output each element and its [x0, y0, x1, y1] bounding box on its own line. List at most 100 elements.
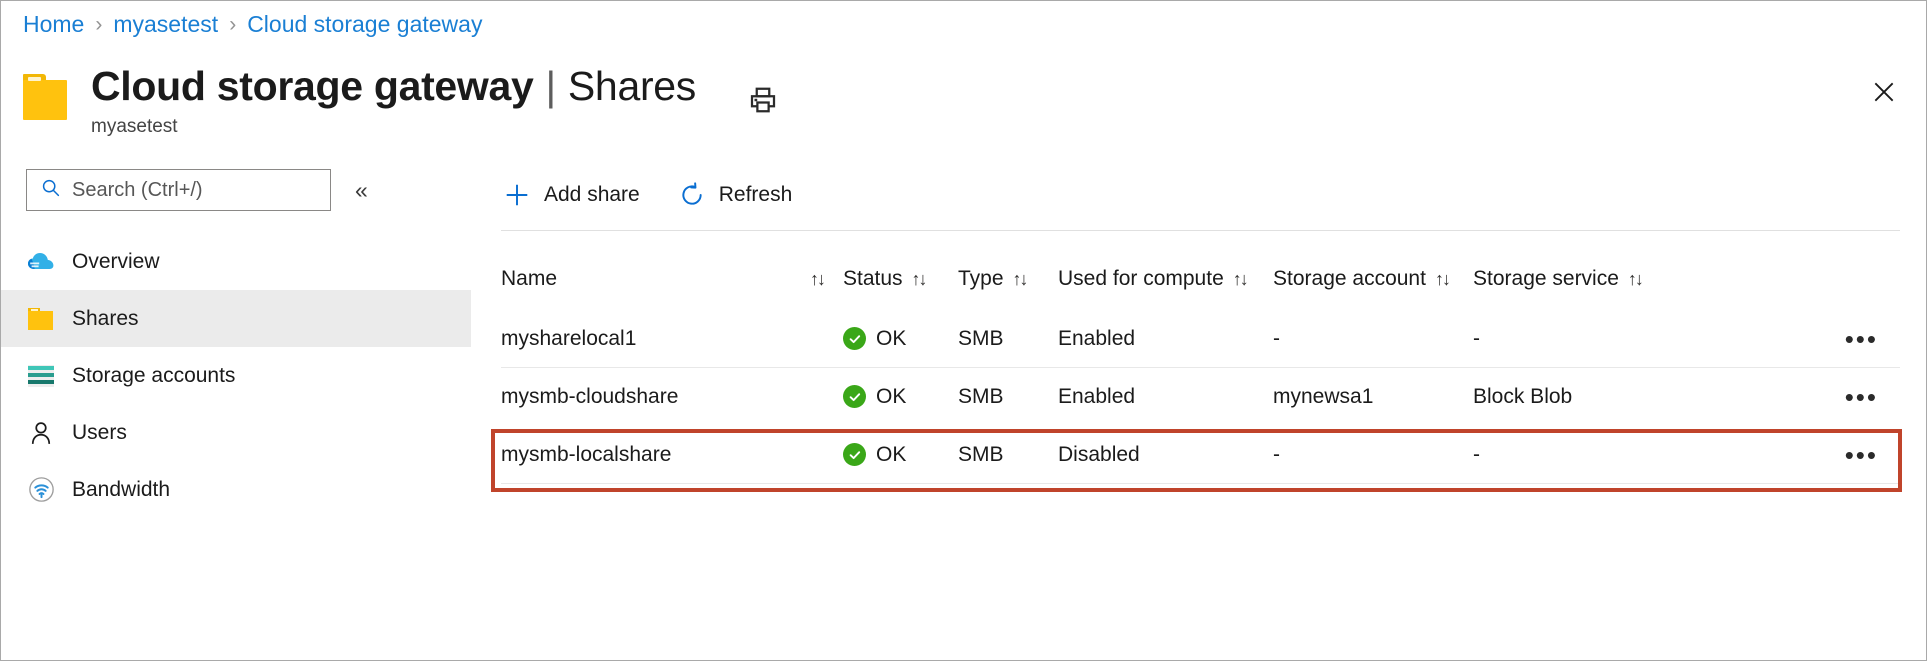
breadcrumb-separator-icon: › — [229, 14, 236, 35]
sort-icon: ↑↓ — [810, 269, 824, 290]
command-bar: Add share Refresh — [501, 169, 1900, 221]
plus-icon — [503, 181, 531, 209]
main-content: Add share Refresh Name ↑↓ — [501, 169, 1900, 484]
sidebar-item-label: Users — [72, 421, 127, 445]
column-header-label: Used for compute — [1058, 267, 1224, 291]
breadcrumb-item-cloud-storage-gateway[interactable]: Cloud storage gateway — [247, 13, 482, 36]
status-label: OK — [876, 385, 906, 409]
cell-used-for-compute: Disabled — [1058, 443, 1273, 467]
refresh-icon — [678, 181, 706, 209]
print-icon[interactable] — [748, 85, 778, 120]
row-more-button[interactable]: ••• — [1841, 386, 1882, 408]
sort-icon: ↑↓ — [1628, 269, 1642, 290]
cell-storage-account: - — [1273, 443, 1473, 467]
column-header-storage-account[interactable]: Storage account ↑↓ — [1273, 267, 1473, 291]
column-header-used-for-compute[interactable]: Used for compute ↑↓ — [1058, 267, 1273, 291]
close-icon — [1871, 79, 1897, 105]
column-header-type[interactable]: Type ↑↓ — [958, 267, 1058, 291]
cell-storage-service: - — [1473, 327, 1678, 351]
cell-status: OK — [843, 443, 958, 467]
search-input[interactable] — [70, 178, 304, 203]
sidebar-item-label: Overview — [72, 250, 160, 274]
breadcrumb: Home › myasetest › Cloud storage gateway — [23, 13, 482, 36]
cell-used-for-compute: Enabled — [1058, 327, 1273, 351]
breadcrumb-separator-icon: › — [95, 14, 102, 35]
column-header-label: Storage service — [1473, 267, 1619, 291]
cell-type: SMB — [958, 327, 1058, 351]
cell-name: mysmb-localshare — [501, 443, 801, 467]
cell-storage-account: - — [1273, 327, 1473, 351]
sidebar-item-shares[interactable]: Shares — [1, 290, 471, 347]
search-icon — [40, 177, 61, 203]
row-more-button[interactable]: ••• — [1841, 444, 1882, 466]
status-label: OK — [876, 327, 906, 351]
azure-portal-screenshot: Home › myasetest › Cloud storage gateway… — [0, 0, 1927, 661]
sidebar-item-label: Bandwidth — [72, 478, 170, 502]
cell-name: mysmb-cloudshare — [501, 385, 801, 409]
shares-table: Name ↑↓ Status ↑↓ Type ↑↓ Used for compu… — [501, 248, 1900, 484]
column-header-name[interactable]: Name — [501, 267, 801, 291]
column-header-status[interactable]: Status ↑↓ — [843, 267, 958, 291]
cell-status: OK — [843, 327, 958, 351]
breadcrumb-item-myasetest[interactable]: myasetest — [113, 13, 218, 36]
search-box[interactable] — [26, 169, 331, 211]
page-title-separator: | — [546, 63, 556, 109]
cell-type: SMB — [958, 443, 1058, 467]
close-button[interactable] — [1867, 75, 1901, 109]
table-row[interactable]: mysmb-cloudshare OK SMB Enabled mynewsa1… — [501, 368, 1900, 425]
sidebar-item-bandwidth[interactable]: Bandwidth — [1, 461, 471, 518]
add-share-button[interactable]: Add share — [501, 177, 642, 213]
folder-icon — [26, 304, 56, 334]
page-title-section: Shares — [568, 63, 696, 109]
cloud-icon — [26, 247, 56, 277]
refresh-label: Refresh — [719, 183, 793, 207]
table-row[interactable]: mysharelocal1 OK SMB Enabled - - ••• — [501, 310, 1900, 367]
table-header-row: Name ↑↓ Status ↑↓ Type ↑↓ Used for compu… — [501, 248, 1900, 310]
sidebar-item-users[interactable]: Users — [1, 404, 471, 461]
row-more-button[interactable]: ••• — [1841, 328, 1882, 350]
sidebar: « Overview Shares — [1, 169, 471, 518]
row-divider — [501, 483, 1900, 484]
column-header-label: Storage account — [1273, 267, 1426, 291]
status-label: OK — [876, 443, 906, 467]
sort-toggle-name[interactable]: ↑↓ — [801, 269, 843, 290]
sidebar-item-overview[interactable]: Overview — [1, 233, 471, 290]
column-header-label: Status — [843, 267, 903, 291]
sort-icon: ↑↓ — [1013, 269, 1027, 290]
page-header: Cloud storage gateway | Shares myasetest — [23, 63, 778, 138]
status-ok-icon — [843, 385, 866, 408]
page-title: Cloud storage gateway | Shares — [91, 63, 696, 109]
cell-status: OK — [843, 385, 958, 409]
page-subtitle: myasetest — [91, 116, 696, 138]
sidebar-nav-list: Overview Shares Storage accounts — [1, 233, 471, 518]
sidebar-item-label: Storage accounts — [72, 364, 235, 388]
status-badge: OK — [843, 385, 906, 409]
add-share-label: Add share — [544, 183, 640, 207]
status-ok-icon — [843, 443, 866, 466]
storage-account-icon — [26, 361, 56, 391]
cell-actions: ••• — [1678, 328, 1900, 350]
refresh-button[interactable]: Refresh — [676, 177, 795, 213]
sort-icon: ↑↓ — [912, 269, 926, 290]
cell-storage-service: Block Blob — [1473, 385, 1678, 409]
status-badge: OK — [843, 443, 906, 467]
sort-icon: ↑↓ — [1233, 269, 1247, 290]
column-header-storage-service[interactable]: Storage service ↑↓ — [1473, 267, 1678, 291]
table-row[interactable]: mysmb-localshare OK SMB Disabled - - ••• — [501, 426, 1900, 483]
sidebar-search-row: « — [1, 169, 471, 211]
cell-storage-account: mynewsa1 — [1273, 385, 1473, 409]
toolbar-divider — [501, 230, 1900, 231]
sidebar-item-label: Shares — [72, 307, 139, 331]
cell-actions: ••• — [1678, 386, 1900, 408]
page-title-resource: Cloud storage gateway — [91, 63, 534, 109]
status-badge: OK — [843, 327, 906, 351]
cell-type: SMB — [958, 385, 1058, 409]
cell-actions: ••• — [1678, 444, 1900, 466]
cell-used-for-compute: Enabled — [1058, 385, 1273, 409]
user-icon — [26, 418, 56, 448]
status-ok-icon — [843, 327, 866, 350]
collapse-sidebar-button[interactable]: « — [349, 175, 374, 206]
breadcrumb-item-home[interactable]: Home — [23, 13, 84, 36]
sidebar-item-storage-accounts[interactable]: Storage accounts — [1, 347, 471, 404]
cell-storage-service: - — [1473, 443, 1678, 467]
